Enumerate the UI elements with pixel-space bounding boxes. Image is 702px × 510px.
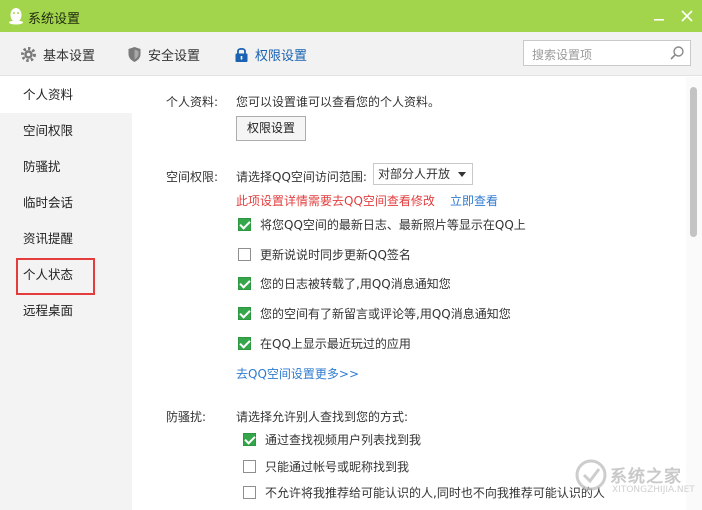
space-option-5-label: 在QQ上显示最近玩过的应用 [260, 336, 411, 351]
profile-section-label: 个人资料: [166, 95, 219, 109]
space-scope-select[interactable]: 对部分人开放 [373, 163, 473, 185]
checkbox-checked[interactable] [238, 306, 251, 320]
content-scrollbar[interactable] [686, 77, 702, 510]
watermark-subtext: XITONGZHIJIA.NET [612, 485, 695, 495]
search-box[interactable]: 搜索设置项 [523, 40, 691, 66]
antiharass-prompt: 请选择允许别人查找到您的方式: [236, 410, 409, 424]
antiharass-option-1-label: 通过查找视频用户列表找到我 [265, 432, 422, 447]
chevron-down-icon [458, 172, 466, 177]
space-option-1[interactable]: 将您QQ空间的最新日志、最新照片等显示在QQ上 [238, 216, 526, 232]
space-more-link[interactable]: 去QQ空间设置更多>> [236, 365, 359, 382]
sidebar-item-space-permission[interactable]: 空间权限 [0, 113, 132, 149]
lock-icon [235, 47, 248, 62]
minimize-icon[interactable] [649, 6, 669, 26]
space-warning-text: 此项设置详情需要去QQ空间查看修改 [236, 194, 435, 208]
sidebar-item-temp-chat[interactable]: 临时会话 [0, 185, 132, 221]
space-option-2-label: 更新说说时同步更新QQ签名 [260, 247, 411, 262]
antiharass-option-2[interactable]: 只能通过帐号或昵称找到我 [243, 458, 409, 474]
antiharass-option-3-label: 不允许将我推荐给可能认识的人,同时也不向我推荐可能认识的人 [265, 485, 605, 500]
settings-window: 系统设置 基本设置 安全设置 权限设置 搜索设置项 个人资料 空间权限 防骚扰 … [0, 0, 702, 510]
space-option-5[interactable]: 在QQ上显示最近玩过的应用 [238, 335, 411, 351]
checkbox-unchecked[interactable] [238, 247, 251, 261]
space-option-4-label: 您的空间有了新留言或评论等,用QQ消息通知您 [260, 306, 511, 321]
antiharass-option-3[interactable]: 不允许将我推荐给可能认识的人,同时也不向我推荐可能认识的人 [243, 484, 605, 500]
view-now-link[interactable]: 立即查看 [450, 192, 498, 209]
title-bar: 系统设置 [0, 0, 702, 32]
space-scope-label: 请选择QQ空间访问范围: [236, 170, 367, 184]
space-option-3[interactable]: 您的日志被转载了,用QQ消息通知您 [238, 275, 451, 291]
toolbar: 基本设置 安全设置 权限设置 搜索设置项 [0, 32, 702, 76]
space-option-3-label: 您的日志被转载了,用QQ消息通知您 [260, 276, 451, 291]
permission-settings-button[interactable]: 权限设置 [236, 116, 306, 141]
tab-basic-settings[interactable]: 基本设置 [20, 44, 95, 64]
tab-permission-label: 权限设置 [255, 48, 308, 64]
sidebar-item-anti-harassment[interactable]: 防骚扰 [0, 149, 132, 185]
antiharass-option-2-label: 只能通过帐号或昵称找到我 [265, 459, 410, 474]
window-title: 系统设置 [28, 12, 81, 27]
scrollbar-thumb[interactable] [690, 87, 697, 237]
watermark: 系统之家 XITONGZHIJIA.NET [574, 454, 695, 504]
space-option-2[interactable]: 更新说说时同步更新QQ签名 [238, 246, 411, 262]
shield-icon [128, 46, 141, 62]
tab-permission-settings[interactable]: 权限设置 [234, 44, 307, 64]
sidebar-item-profile[interactable]: 个人资料 [0, 77, 132, 113]
antiharass-section-label: 防骚扰: [166, 410, 207, 424]
tab-security-label: 安全设置 [148, 48, 201, 64]
sidebar: 个人资料 空间权限 防骚扰 临时会话 资讯提醒 个人状态 远程桌面 [0, 77, 132, 510]
watermark-logo-icon [575, 459, 607, 491]
checkbox-checked[interactable] [238, 336, 251, 350]
space-option-1-label: 将您QQ空间的最新日志、最新照片等显示在QQ上 [260, 217, 526, 232]
checkbox-unchecked[interactable] [243, 485, 256, 499]
settings-content: 个人资料: 您可以设置谁可以查看您的个人资料。 权限设置 空间权限: 请选择QQ… [132, 77, 702, 510]
search-icon[interactable] [669, 45, 685, 61]
sidebar-item-remote-desktop[interactable]: 远程桌面 [0, 293, 132, 329]
checkbox-checked[interactable] [243, 432, 256, 446]
checkbox-checked[interactable] [238, 217, 251, 231]
search-input[interactable]: 搜索设置项 [532, 46, 592, 63]
space-section-label: 空间权限: [166, 170, 219, 184]
tab-security-settings[interactable]: 安全设置 [127, 44, 200, 64]
space-option-4[interactable]: 您的空间有了新留言或评论等,用QQ消息通知您 [238, 305, 511, 321]
sidebar-item-personal-status[interactable]: 个人状态 [0, 257, 132, 295]
checkbox-checked[interactable] [238, 276, 251, 290]
antiharass-option-1[interactable]: 通过查找视频用户列表找到我 [243, 431, 421, 447]
watermark-text: 系统之家 [610, 467, 682, 487]
gear-icon [21, 46, 36, 62]
space-scope-value: 对部分人开放 [378, 167, 451, 181]
sidebar-item-news-reminder[interactable]: 资讯提醒 [0, 221, 132, 257]
tab-basic-label: 基本设置 [43, 48, 96, 64]
profile-description: 您可以设置谁可以查看您的个人资料。 [236, 95, 441, 109]
checkbox-unchecked[interactable] [243, 459, 256, 473]
close-icon[interactable] [677, 6, 697, 26]
qq-penguin-icon [9, 8, 23, 25]
